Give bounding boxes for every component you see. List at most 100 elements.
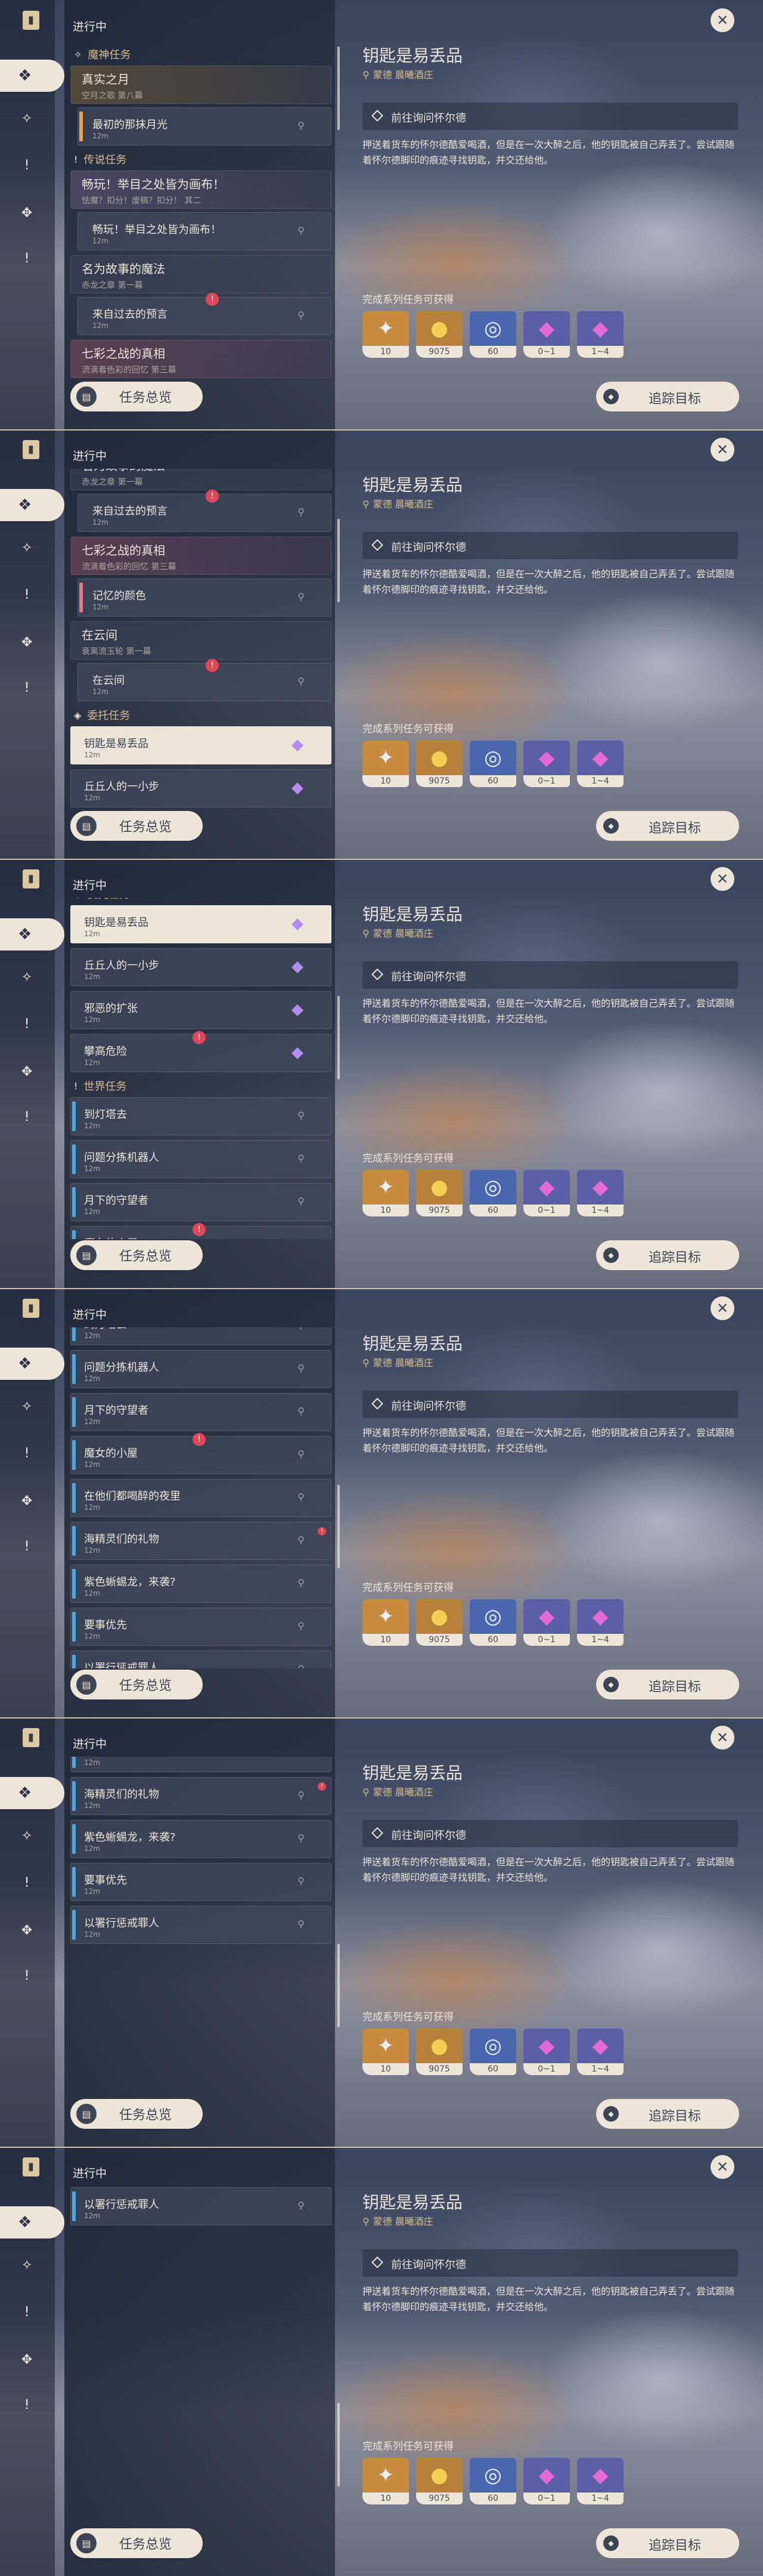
quest-title-magic[interactable]: 名为故事的魔法赤龙之章 第一幕 bbox=[70, 469, 331, 490]
overview-button[interactable]: ▤ 任务总览 bbox=[70, 811, 203, 841]
book-icon[interactable]: ▮ bbox=[23, 440, 39, 459]
world-icon[interactable]: ✥ bbox=[17, 1491, 37, 1511]
rail-item-all[interactable]: ❖ bbox=[0, 60, 64, 92]
overview-button[interactable]: ▤ 任务总览 bbox=[70, 2099, 203, 2129]
scrollbar[interactable] bbox=[337, 1944, 340, 2027]
archon-icon[interactable]: ⟡ bbox=[17, 966, 37, 986]
reward-companionship-exp[interactable]: ◎ 60 bbox=[470, 2458, 516, 2504]
reward-companionship-exp[interactable]: ◎ 60 bbox=[470, 1599, 516, 1646]
quest-step[interactable]: 记忆的颜色 12m ⚲ bbox=[77, 578, 331, 617]
reward-adventure-exp[interactable]: ✦ 10 bbox=[362, 311, 409, 358]
world-quest-item[interactable]: 月下的守望者 12m ⚲ bbox=[70, 1393, 331, 1431]
reward-crystal-small[interactable]: ◆ 0~1 bbox=[523, 2029, 570, 2075]
world-quest-item[interactable]: 在他们都喝醉的夜里12m⚲ bbox=[70, 1757, 331, 1772]
reward-adventure-exp[interactable]: ✦ 10 bbox=[362, 2029, 409, 2075]
reward-crystal-small[interactable]: ◆ 0~1 bbox=[523, 741, 570, 787]
world-quest-item[interactable]: 海精灵们的礼物 12m ⚲! bbox=[70, 1777, 331, 1815]
archon-icon[interactable]: ⟡ bbox=[17, 1825, 37, 1845]
world-quest-item[interactable]: 魔女的小屋12m⚲! bbox=[70, 1433, 331, 1474]
archon-icon[interactable]: ⟡ bbox=[17, 537, 37, 557]
close-icon[interactable]: ✕ bbox=[711, 2155, 734, 2179]
world-quest-item[interactable]: 要事优先 12m ⚲ bbox=[70, 1608, 331, 1646]
reward-companionship-exp[interactable]: ◎ 60 bbox=[470, 741, 516, 787]
world-quest-item[interactable]: 要事优先 12m ⚲ bbox=[70, 1863, 331, 1901]
world-quest-item[interactable]: 紫色蜥蜴龙，来袭? 12m ⚲ bbox=[70, 1820, 331, 1858]
world-quest-item[interactable]: 海精灵们的礼物 12m ⚲! bbox=[70, 1522, 331, 1560]
reward-adventure-exp[interactable]: ✦ 10 bbox=[362, 741, 409, 787]
track-objective-button[interactable]: ◆ 追踪目标 bbox=[596, 2099, 739, 2129]
track-objective-button[interactable]: ◆ 追踪目标 bbox=[596, 2528, 739, 2558]
commission-item[interactable]: 丘丘人的一小步 12m ◆ bbox=[70, 948, 331, 986]
world-quest-item[interactable]: 在他们都喝醉的夜里12m⚲ bbox=[70, 1479, 331, 1517]
reward-adventure-exp[interactable]: ✦ 10 bbox=[362, 2458, 409, 2504]
book-icon[interactable]: ▮ bbox=[23, 2157, 39, 2176]
exclamation-icon[interactable]: ! bbox=[17, 677, 37, 698]
exclamation-icon[interactable]: ! bbox=[17, 2395, 37, 2415]
commission-item[interactable]: 丘丘人的一小步 12m ◆ bbox=[70, 769, 331, 807]
world-icon[interactable]: ✥ bbox=[17, 632, 37, 652]
quest-title-rainbow[interactable]: 七彩之战的真相 流滴着色彩的回忆 第三幕 bbox=[70, 340, 331, 378]
commission-item[interactable]: 邪恶的扩张 12m ◆ bbox=[70, 991, 331, 1029]
rail-item-all[interactable]: ❖ bbox=[0, 1348, 64, 1380]
quest-list[interactable]: 魔女的小屋12m⚲!在他们都喝醉的夜里12m⚲海精灵们的礼物12m⚲!紫色蜥蜴龙… bbox=[64, 1757, 339, 2098]
reward-crystal-small[interactable]: ◆ 0~1 bbox=[523, 1170, 570, 1216]
exclamation-icon[interactable]: ! bbox=[17, 1014, 37, 1034]
rail-item-all[interactable]: ❖ bbox=[0, 2206, 64, 2238]
track-objective-button[interactable]: ◆ 追踪目标 bbox=[596, 1670, 739, 1699]
quest-step[interactable]: 在云间 12m ⚲! bbox=[77, 659, 331, 701]
exclamation-icon[interactable]: ! bbox=[17, 248, 37, 268]
reward-mora[interactable]: ● 9075 bbox=[416, 1599, 463, 1646]
reward-mora[interactable]: ● 9075 bbox=[416, 2458, 463, 2504]
world-quest-item[interactable]: 以署行惩戒罪人12m⚲ bbox=[70, 1906, 331, 1944]
reward-crystal-large[interactable]: ◆ 1~4 bbox=[577, 1170, 624, 1216]
world-quest-item[interactable]: 魔女的小屋12m⚲! bbox=[70, 1223, 331, 1239]
exclamation-icon[interactable]: ! bbox=[17, 1872, 37, 1893]
book-icon[interactable]: ▮ bbox=[23, 1728, 39, 1747]
reward-companionship-exp[interactable]: ◎ 60 bbox=[470, 2029, 516, 2075]
reward-adventure-exp[interactable]: ✦ 10 bbox=[362, 1170, 409, 1216]
overview-button[interactable]: ▤ 任务总览 bbox=[70, 382, 203, 411]
world-icon[interactable]: ✥ bbox=[17, 1061, 37, 1082]
quest-step[interactable]: 最初的那抹月光 12m ⚲ bbox=[77, 107, 331, 145]
quest-list[interactable]: 畅玩！举目之处皆为画布！12m⚲名为故事的魔法赤龙之章 第一幕来自过去的预言12… bbox=[64, 469, 339, 810]
overview-button[interactable]: ▤ 任务总览 bbox=[70, 1240, 203, 1270]
quest-step[interactable]: 畅玩！举目之处皆为画布！ 12m ⚲ bbox=[77, 212, 331, 250]
reward-companionship-exp[interactable]: ◎ 60 bbox=[470, 311, 516, 358]
close-icon[interactable]: ✕ bbox=[711, 867, 734, 891]
world-quest-item[interactable]: 以署行惩戒罪人12m⚲ bbox=[70, 2187, 331, 2225]
world-quest-item[interactable]: 问题分拣机器人 12m ⚲ bbox=[70, 1140, 331, 1178]
commission-item[interactable]: 钥匙是易丢品 12m ◆ bbox=[70, 905, 331, 943]
exclamation-icon[interactable]: ! bbox=[17, 1536, 37, 1556]
book-icon[interactable]: ▮ bbox=[23, 11, 39, 30]
exclamation-icon[interactable]: ! bbox=[17, 1107, 37, 1127]
exclamation-icon[interactable]: ! bbox=[17, 155, 37, 175]
world-icon[interactable]: ✥ bbox=[17, 203, 37, 223]
track-objective-button[interactable]: ◆ 追踪目标 bbox=[596, 382, 739, 411]
exclamation-icon[interactable]: ! bbox=[17, 584, 37, 605]
reward-companionship-exp[interactable]: ◎ 60 bbox=[470, 1170, 516, 1216]
commission-item[interactable]: 攀高危险 12m ◆! bbox=[70, 1031, 331, 1072]
quest-step[interactable]: 来自过去的预言 12m ⚲! bbox=[77, 293, 331, 335]
close-icon[interactable]: ✕ bbox=[711, 438, 734, 462]
archon-icon[interactable]: ⟡ bbox=[17, 1395, 37, 1416]
world-quest-item[interactable]: 到灯塔去12m ⚲ bbox=[70, 1097, 331, 1135]
close-icon[interactable]: ✕ bbox=[711, 1296, 734, 1320]
quest-title-magic[interactable]: 名为故事的魔法赤龙之章 第一幕 bbox=[70, 255, 331, 293]
reward-crystal-large[interactable]: ◆ 1~4 bbox=[577, 2458, 624, 2504]
close-icon[interactable]: ✕ bbox=[711, 1726, 734, 1750]
world-icon[interactable]: ✥ bbox=[17, 2349, 37, 2370]
track-objective-button[interactable]: ◆ 追踪目标 bbox=[596, 1240, 739, 1270]
quest-title-cloud[interactable]: 在云间 衰离流玉轮 第一幕 bbox=[70, 621, 331, 660]
world-quest-item[interactable]: 以署行惩戒罪人12m⚲ bbox=[70, 1651, 331, 1668]
overview-button[interactable]: ▤ 任务总览 bbox=[70, 2528, 203, 2558]
overview-button[interactable]: ▤ 任务总览 bbox=[70, 1670, 203, 1699]
scrollbar[interactable] bbox=[337, 2403, 340, 2487]
quest-title-legend[interactable]: 畅玩！举目之处皆为画布！ 怯魔？扣分！废稿？扣分！ 其二 bbox=[70, 171, 331, 209]
quest-title-archon[interactable]: 真实之月 空月之歌 第八幕 bbox=[70, 66, 331, 104]
scrollbar[interactable] bbox=[337, 996, 340, 1079]
world-quest-item[interactable]: 紫色蜥蜴龙，来袭? 12m ⚲ bbox=[70, 1565, 331, 1603]
book-icon[interactable]: ▮ bbox=[23, 1299, 39, 1318]
exclamation-icon[interactable]: ! bbox=[17, 1965, 37, 1986]
archon-icon[interactable]: ⟡ bbox=[17, 2254, 37, 2274]
exclamation-icon[interactable]: ! bbox=[17, 1443, 37, 1463]
